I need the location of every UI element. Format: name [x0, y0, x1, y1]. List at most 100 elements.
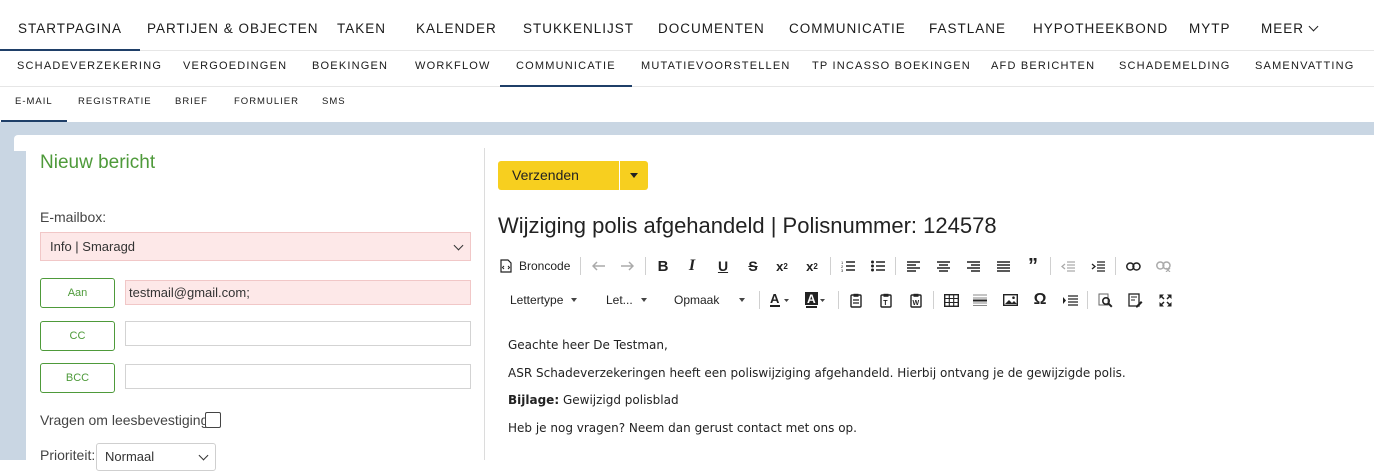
subnav-item-schadeverzekering[interactable]: SCHADEVERZEKERING	[17, 51, 162, 87]
indent-icon[interactable]	[1087, 255, 1109, 277]
subscript-icon[interactable]: x2	[771, 255, 793, 277]
to-field[interactable]: testmail@gmail.com;	[125, 280, 471, 305]
align-justify-icon[interactable]	[992, 255, 1014, 277]
unlink-icon[interactable]	[1152, 255, 1174, 277]
subnav-item-afd-berichten[interactable]: AFD BERICHTEN	[991, 51, 1095, 87]
svg-text:3: 3	[841, 268, 844, 272]
align-right-icon[interactable]	[962, 255, 984, 277]
subnav-item-samenvatting[interactable]: SAMENVATTING	[1255, 51, 1355, 87]
replace-icon[interactable]	[1124, 289, 1146, 311]
to-button[interactable]: Aan	[40, 278, 115, 308]
tab-registratie[interactable]: REGISTRATIE	[78, 87, 152, 122]
strikethrough-icon[interactable]: S	[742, 255, 764, 277]
font-family-select[interactable]: Lettertype	[510, 293, 578, 307]
priority-select[interactable]: Normaal	[96, 443, 216, 471]
nav-item-kalender[interactable]: KALENDER	[416, 0, 497, 51]
format-label: Opmaak	[674, 293, 720, 307]
caret-down-icon	[739, 298, 746, 302]
subnav-item-tp-incasso-boekingen[interactable]: TP INCASSO BOEKINGEN	[812, 51, 971, 87]
paste-icon[interactable]	[845, 289, 867, 311]
subnav-item-vergoedingen[interactable]: VERGOEDINGEN	[183, 51, 287, 87]
priority-label: Prioriteit:	[40, 447, 96, 463]
toolbar-separator	[1115, 257, 1116, 275]
format-select[interactable]: Opmaak	[674, 293, 746, 307]
nav-item-partijen-objecten[interactable]: PARTIJEN & OBJECTEN	[147, 0, 319, 51]
mailbox-select[interactable]: Info | Smaragd	[40, 232, 471, 261]
page-title: Nieuw bericht	[40, 152, 156, 173]
send-options-button[interactable]	[620, 161, 648, 190]
page-break-icon[interactable]	[1059, 289, 1081, 311]
subnav-item-workflow[interactable]: WORKFLOW	[415, 51, 491, 87]
chevron-down-icon	[453, 240, 464, 251]
svg-text:W: W	[913, 300, 920, 307]
nav-item-communicatie[interactable]: COMMUNICATIE	[789, 0, 906, 51]
paste-text-icon[interactable]: T	[875, 289, 897, 311]
body-closing: Heb je nog vragen? Neem dan gerust conta…	[508, 421, 857, 435]
align-left-icon[interactable]	[902, 255, 924, 277]
nav-item-stukkenlijst[interactable]: STUKKENLIJST	[523, 0, 634, 51]
subnav-item-boekingen[interactable]: BOEKINGEN	[312, 51, 388, 87]
tertiary-nav: E-MAIL REGISTRATIE BRIEF FORMULIER SMS	[0, 87, 1374, 122]
nav-item-meer[interactable]: MEER	[1261, 0, 1319, 51]
priority-select-value: Normaal	[105, 449, 155, 464]
undo-icon[interactable]	[588, 255, 610, 277]
toolbar-separator	[830, 257, 831, 275]
text-color-icon[interactable]: A	[767, 289, 793, 311]
toolbar-separator	[895, 257, 896, 275]
nav-item-fastlane[interactable]: FASTLANE	[929, 0, 1006, 51]
send-button[interactable]: Verzenden	[498, 161, 619, 190]
font-size-select[interactable]: Let...	[606, 293, 647, 307]
paste-word-icon[interactable]: W	[905, 289, 927, 311]
body-paragraph: ASR Schadeverzekeringen heeft een polisw…	[508, 366, 1126, 380]
subnav-item-mutatievoorstellen[interactable]: MUTATIEVOORSTELLEN	[641, 51, 791, 87]
font-size-label: Let...	[606, 293, 633, 307]
tab-brief[interactable]: BRIEF	[175, 87, 208, 122]
cc-field[interactable]	[125, 321, 471, 346]
source-code-button[interactable]: Broncode	[519, 259, 570, 273]
caret-down-icon	[640, 298, 647, 302]
body-greeting: Geachte heer De Testman,	[508, 338, 668, 352]
tab-formulier[interactable]: FORMULIER	[234, 87, 299, 122]
nav-item-startpagina[interactable]: STARTPAGINA	[0, 0, 141, 51]
nav-item-meer-label: MEER	[1261, 21, 1305, 36]
horizontal-line-icon[interactable]	[969, 289, 991, 311]
subnav-item-schademelding[interactable]: SCHADEMELDING	[1119, 51, 1231, 87]
nav-item-documenten[interactable]: DOCUMENTEN	[658, 0, 765, 51]
align-center-icon[interactable]	[932, 255, 954, 277]
source-code-icon	[498, 255, 514, 277]
table-icon[interactable]	[940, 289, 962, 311]
superscript-icon[interactable]: x2	[801, 255, 823, 277]
nav-item-mytp[interactable]: MYTP	[1189, 0, 1231, 51]
nav-item-hypotheekbond[interactable]: HYPOTHEEKBOND	[1033, 0, 1168, 51]
numbered-list-icon[interactable]: 123	[837, 255, 859, 277]
maximize-icon[interactable]	[1154, 289, 1176, 311]
image-icon[interactable]	[999, 289, 1021, 311]
outdent-icon[interactable]	[1057, 255, 1079, 277]
toolbar-separator	[759, 291, 760, 309]
mailbox-label: E-mailbox:	[40, 209, 107, 225]
italic-icon[interactable]: I	[681, 255, 703, 277]
read-receipt-checkbox[interactable]	[205, 412, 221, 428]
bcc-field[interactable]	[125, 364, 471, 389]
toolbar-separator	[1087, 291, 1088, 309]
background-color-icon[interactable]: A	[803, 289, 829, 311]
special-character-icon[interactable]: Ω	[1029, 289, 1051, 311]
redo-icon[interactable]	[616, 255, 638, 277]
link-icon[interactable]	[1122, 255, 1144, 277]
subject-line[interactable]: Wijziging polis afgehandeld | Polisnumme…	[498, 213, 997, 239]
underline-icon[interactable]: U	[712, 255, 734, 277]
mailbox-select-value: Info | Smaragd	[50, 239, 136, 254]
font-family-label: Lettertype	[510, 293, 564, 307]
bold-icon[interactable]: B	[652, 255, 674, 277]
toolbar-separator	[838, 291, 839, 309]
bcc-button[interactable]: BCC	[40, 363, 115, 393]
subnav-item-communicatie[interactable]: COMMUNICATIE	[500, 51, 632, 87]
cc-button[interactable]: CC	[40, 321, 115, 351]
find-icon[interactable]	[1094, 289, 1116, 311]
blockquote-icon[interactable]: ”	[1022, 255, 1044, 277]
bullet-list-icon[interactable]	[867, 255, 889, 277]
tab-sms[interactable]: SMS	[322, 87, 346, 122]
nav-item-taken[interactable]: TAKEN	[337, 0, 386, 51]
tab-email[interactable]: E-MAIL	[1, 87, 67, 122]
toolbar-separator	[580, 257, 581, 275]
